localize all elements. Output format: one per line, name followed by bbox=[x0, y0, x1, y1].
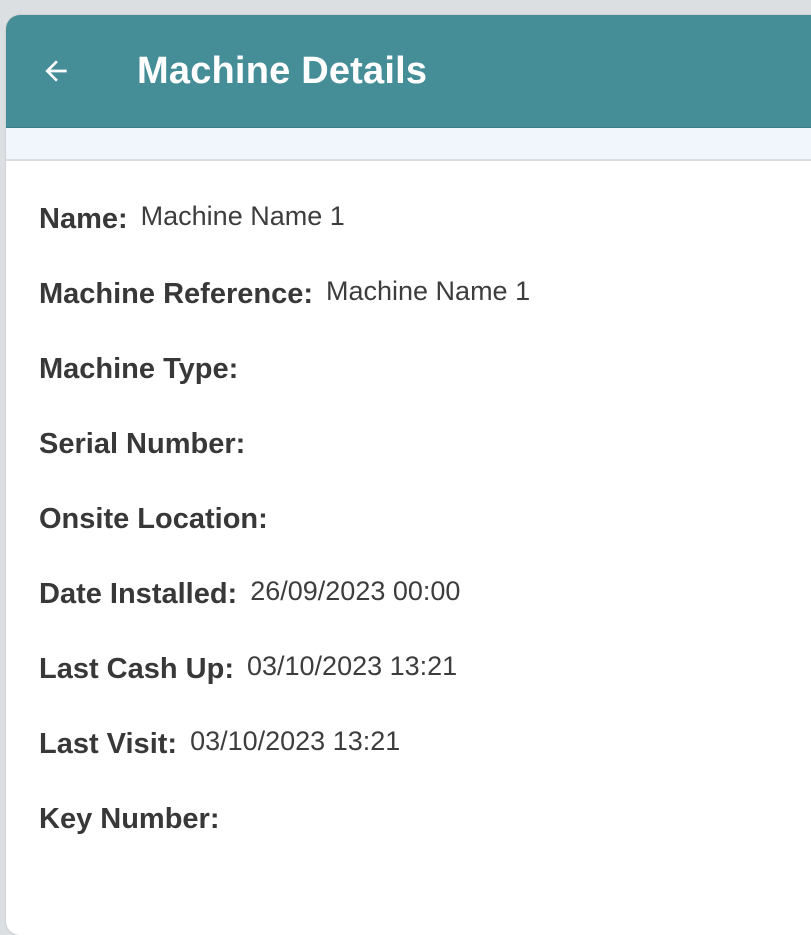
detail-label: Serial Number: bbox=[39, 428, 246, 460]
detail-label: Machine Type: bbox=[39, 353, 239, 385]
detail-label: Last Cash Up: bbox=[39, 653, 234, 685]
details-list: Name: Machine Name 1 Machine Reference: … bbox=[6, 161, 811, 878]
detail-row-key-number: Key Number: bbox=[39, 803, 811, 878]
detail-value: 26/09/2023 00:00 bbox=[250, 576, 461, 606]
detail-row-name: Name: Machine Name 1 bbox=[39, 201, 811, 278]
detail-value: Machine Name 1 bbox=[326, 276, 531, 306]
machine-details-card: Machine Details Name: Machine Name 1 Mac… bbox=[6, 15, 811, 935]
detail-label: Machine Reference: bbox=[39, 278, 313, 310]
detail-label: Onsite Location: bbox=[39, 503, 268, 535]
detail-row-serial-number: Serial Number: bbox=[39, 428, 811, 503]
detail-value: 03/10/2023 13:21 bbox=[246, 651, 458, 681]
detail-label: Key Number: bbox=[39, 803, 220, 835]
detail-value: 03/10/2023 13:21 bbox=[190, 726, 401, 756]
page-title: Machine Details bbox=[137, 49, 428, 92]
back-button[interactable] bbox=[36, 51, 76, 91]
detail-label: Last Visit: bbox=[39, 728, 178, 760]
app-bar: Machine Details bbox=[6, 15, 811, 128]
detail-row-machine-reference: Machine Reference: Machine Name 1 bbox=[39, 276, 811, 353]
detail-label: Name: bbox=[39, 203, 128, 235]
header-divider-strip bbox=[6, 128, 811, 161]
detail-row-onsite-location: Onsite Location: bbox=[39, 503, 811, 578]
detail-row-last-visit: Last Visit: 03/10/2023 13:21 bbox=[39, 726, 811, 803]
detail-row-machine-type: Machine Type: bbox=[39, 353, 811, 428]
arrow-left-icon bbox=[45, 60, 67, 82]
detail-value: Machine Name 1 bbox=[140, 201, 345, 231]
detail-row-last-cash-up: Last Cash Up: 03/10/2023 13:21 bbox=[39, 651, 811, 728]
detail-row-date-installed: Date Installed: 26/09/2023 00:00 bbox=[39, 576, 811, 653]
detail-label: Date Installed: bbox=[39, 578, 238, 610]
